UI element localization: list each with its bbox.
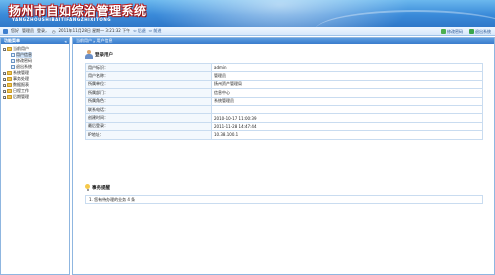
field-value: 管理员 [211, 71, 483, 81]
table-row: 用户标识： admin [85, 62, 483, 73]
field-label: 所属单位： [85, 79, 212, 90]
logout-label: 退出系统 [475, 28, 491, 34]
datetime: 2011年11月28日 星期一 3:21:32 下午 [58, 28, 131, 33]
table-row: 所属单位： 扬州资产管理局 [85, 79, 483, 90]
expand-icon[interactable]: + [3, 89, 7, 93]
breadcrumb-current: 用户信息 [96, 38, 113, 43]
field-value: 10.38.100.1 [211, 130, 483, 140]
username: 管理员 [22, 28, 34, 33]
field-label: 所属部门： [85, 88, 212, 98]
main-panel: 当前用户 » 用户信息 登录用户 用户标识： admin 用户名称： 管理员 所属单… [72, 37, 495, 275]
sidebar-collapse-icon[interactable]: « [64, 39, 67, 44]
page-icon [11, 53, 15, 57]
breadcrumb-root[interactable]: 当前用户 [76, 38, 92, 44]
welcome-suffix: 登录， [37, 28, 49, 33]
folder-icon [7, 95, 12, 99]
field-value: 系统管理员 [211, 96, 483, 106]
key-icon [441, 29, 446, 34]
user-section-title: 登录用户 [85, 50, 113, 59]
breadcrumb-separator: » [93, 38, 96, 44]
expand-icon[interactable]: + [3, 95, 7, 99]
notice-item[interactable]: 1. 您有待办理的业务 4 条 [85, 195, 483, 204]
expand-icon[interactable]: + [3, 71, 7, 75]
back-label: 后退 [137, 28, 146, 33]
field-value: admin [211, 62, 483, 73]
menu-node-later[interactable]: + 后期管理 [3, 94, 69, 100]
folder-icon [7, 71, 12, 75]
user-info-table: 用户标识： admin 用户名称： 管理员 所属单位： 扬州资产管理局 所属部门： 信息… [85, 62, 483, 140]
collapse-icon[interactable]: − [3, 47, 7, 51]
field-value: 扬州资产管理局 [211, 79, 483, 90]
clock-icon: ◷ [52, 28, 56, 34]
table-row: IP地址： 10.38.100.1 [85, 130, 483, 140]
lightbulb-icon [85, 184, 90, 192]
change-password-label: 修改密码 [447, 28, 463, 34]
header-banner: 扬州市自如综治管理系统 YANGZHOUSHIBAITIFANGZHIXITON… [0, 0, 495, 27]
forward-label: 前进 [153, 28, 162, 33]
field-value: 2011-11-28 14:47:44 [211, 121, 483, 132]
expand-icon[interactable]: + [3, 77, 7, 81]
sidebar: 功能菜单 « − 当前用户 用户信息 修改密码 退出系统 + 系统管理 + 事务… [0, 37, 70, 275]
logout-icon [469, 29, 474, 34]
app-subtitle: YANGZHOUSHIBAITIFANGZHIXITONG [12, 17, 112, 22]
notice-section-label: 事务提醒 [92, 186, 110, 191]
home-icon [3, 28, 8, 34]
menu-tree: − 当前用户 用户信息 修改密码 退出系统 + 系统管理 + 事务处理 + 数据… [1, 44, 69, 100]
table-row: 用户名称： 管理员 [85, 71, 483, 81]
field-label: 最后登录： [85, 121, 212, 132]
field-label: 用户标识： [85, 62, 212, 73]
expand-icon[interactable]: + [3, 83, 7, 87]
welcome-prefix: 您好 [11, 28, 19, 33]
table-row: 最后登录： 2011-11-28 14:47:44 [85, 121, 483, 132]
change-password-button[interactable]: 修改密码 [441, 29, 463, 35]
back-link[interactable]: ⇦ 后退 [133, 28, 146, 34]
table-row: 联系电话： [85, 104, 483, 115]
menu-node-label: 后期管理 [13, 94, 29, 99]
status-bar: 您好 管理员 登录， ◷ 2011年11月28日 星期一 3:21:32 下午 … [0, 27, 495, 36]
table-row: 所属角色： 系统管理员 [85, 96, 483, 106]
field-value [211, 104, 483, 115]
field-label: 联系电话： [85, 104, 212, 115]
sidebar-header: 功能菜单 « [1, 38, 69, 44]
field-value: 2010-10-17 11:00:39 [211, 113, 483, 123]
sidebar-title: 功能菜单 [4, 38, 20, 43]
breadcrumb: 当前用户 » 用户信息 [73, 38, 494, 44]
page-icon [11, 59, 15, 63]
user-section-label: 登录用户 [95, 52, 113, 58]
logout-button[interactable]: 退出系统 [469, 29, 491, 35]
folder-icon [7, 83, 12, 87]
field-label: 所属角色： [85, 96, 212, 106]
table-row: 所属部门： 信息中心 [85, 88, 483, 98]
page-icon [11, 65, 15, 69]
notice-section-title: 事务提醒 [85, 184, 110, 192]
forward-link[interactable]: ⇨ 前进 [149, 28, 162, 34]
folder-icon [7, 77, 12, 81]
field-label: IP地址： [85, 130, 212, 140]
notice-text: 1. 您有待办理的业务 4 条 [89, 196, 136, 202]
field-value: 信息中心 [211, 88, 483, 98]
field-label: 用户名称： [85, 71, 212, 81]
table-row: 创建时间： 2010-10-17 11:00:39 [85, 113, 483, 123]
folder-icon [7, 47, 12, 51]
folder-icon [7, 89, 12, 93]
user-icon [85, 50, 93, 59]
field-label: 创建时间： [85, 113, 212, 123]
